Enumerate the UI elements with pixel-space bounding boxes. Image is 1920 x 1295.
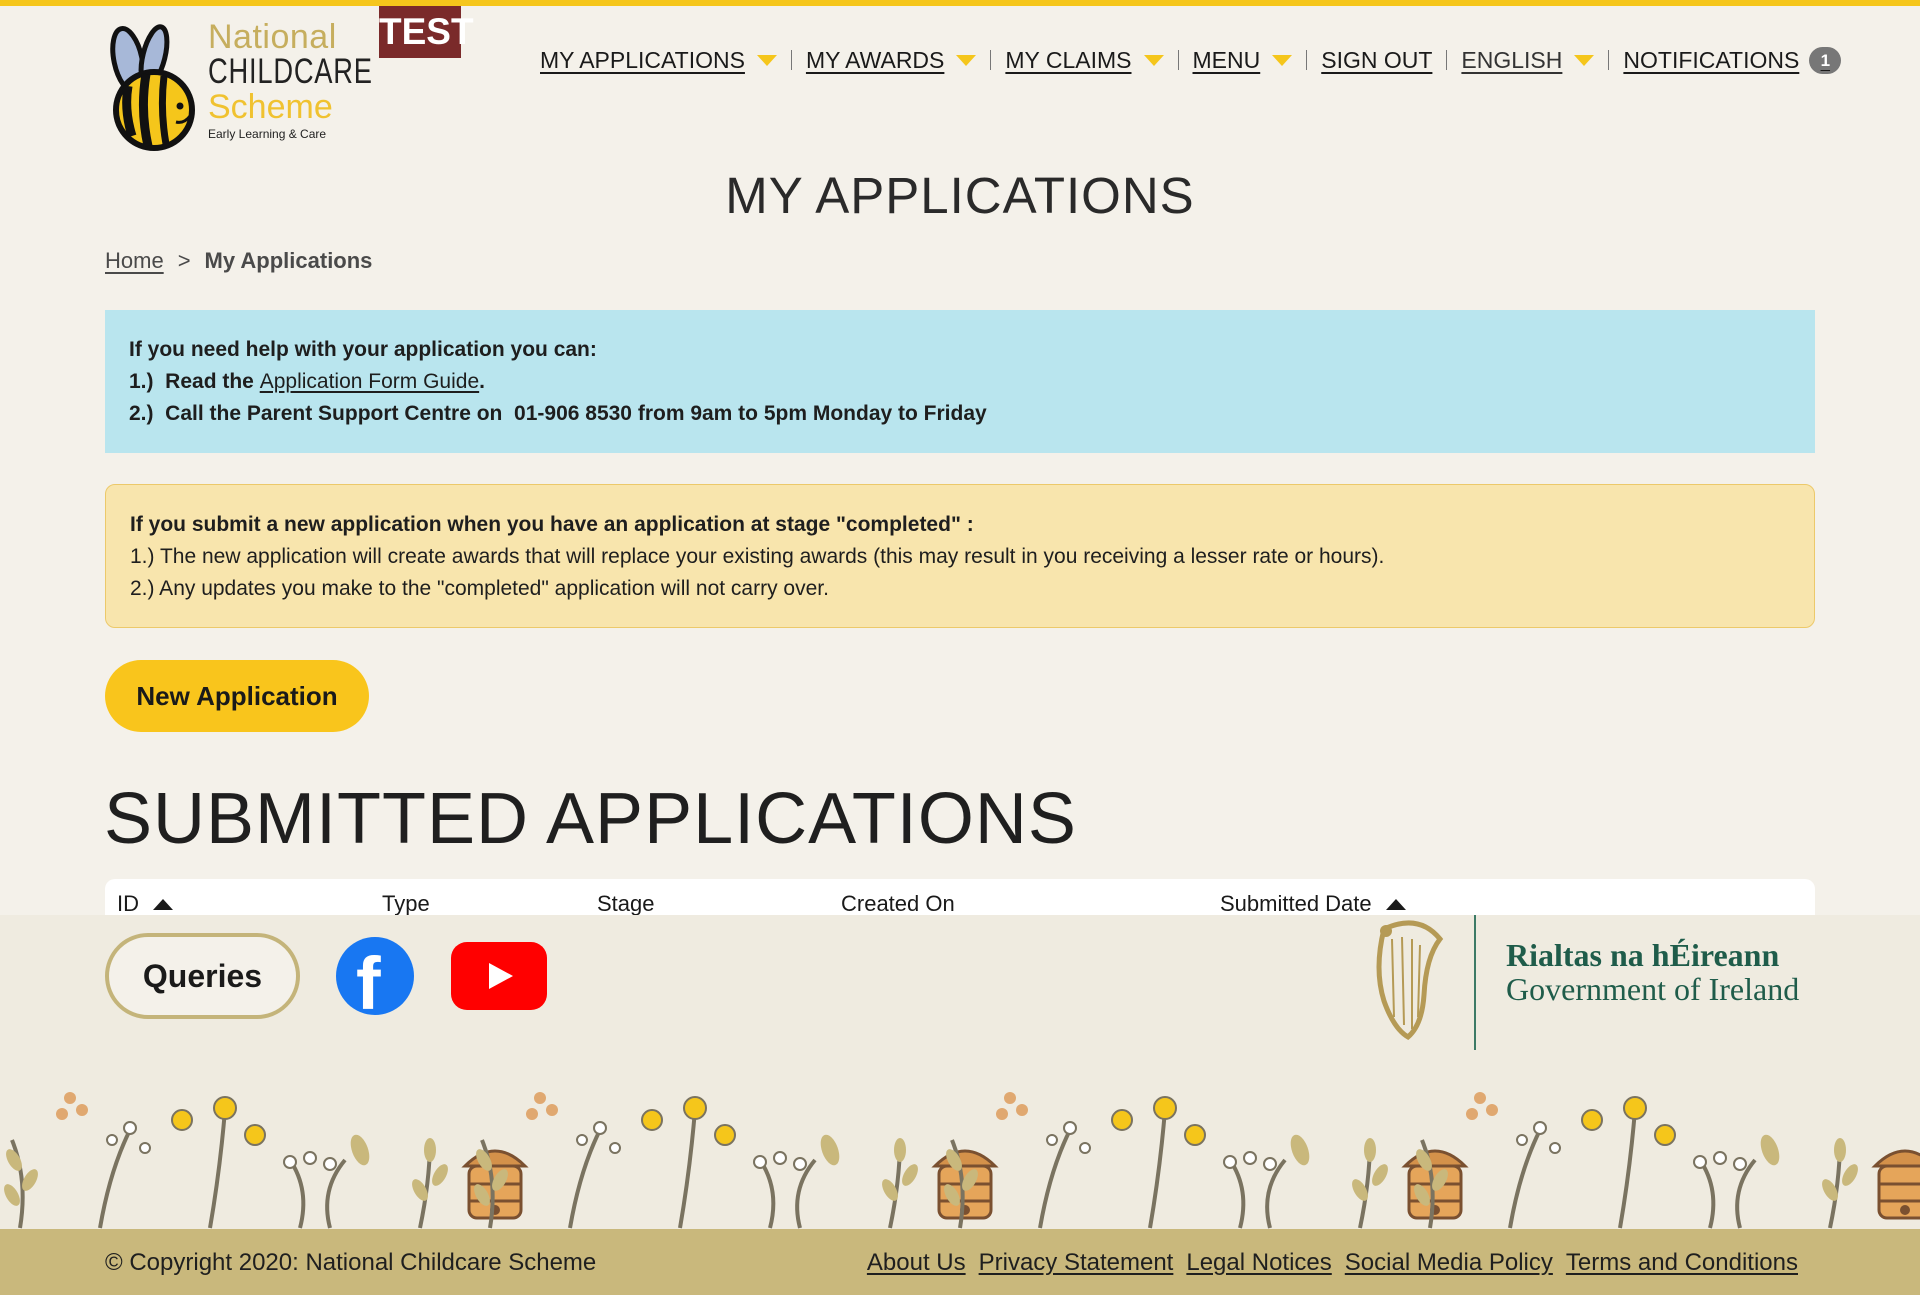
footer-link-terms-and-conditions[interactable]: Terms and Conditions: [1566, 1249, 1798, 1277]
nav-menu[interactable]: MENU: [1193, 47, 1293, 74]
footer-link-about-us[interactable]: About Us: [867, 1249, 966, 1277]
logo-line-tagline: Early Learning & Care: [208, 127, 327, 141]
gov-name-english: Government of Ireland: [1506, 971, 1800, 1007]
help-heading: If you need help with your application y…: [129, 338, 597, 361]
nav-divider: [1608, 50, 1610, 70]
nav-my-applications[interactable]: MY APPLICATIONS: [540, 47, 777, 74]
queries-button[interactable]: Queries: [105, 933, 300, 1019]
chevron-down-icon: [1272, 54, 1293, 66]
logo-line-national: National: [208, 18, 337, 56]
breadcrumb-separator: >: [177, 248, 191, 273]
youtube-icon[interactable]: [451, 942, 547, 1010]
government-of-ireland-logo[interactable]: Rialtas na hÉireann Government of Irelan…: [1360, 915, 1820, 1050]
harp-icon: [1376, 920, 1444, 1041]
top-accent-bar: [0, 0, 1920, 6]
nav-my-awards[interactable]: MY AWARDS: [805, 46, 977, 74]
help-info-box: If you need help with your application y…: [105, 310, 1815, 453]
nav-notifications[interactable]: NOTIFICATIONS 1: [1623, 46, 1842, 74]
help-item-1: 1.) Read the Application Form Guide.: [129, 366, 1791, 398]
warning-heading: If you submit a new application when you…: [130, 513, 974, 536]
applications-table-header: ID Type Stage Created On Submitted Date: [105, 879, 1815, 915]
chevron-down-icon: [1574, 54, 1595, 66]
new-application-button[interactable]: New Application: [105, 660, 369, 732]
logo-line-childcare: CHILDCARE: [208, 52, 373, 91]
breadcrumb: Home > My Applications: [105, 248, 372, 274]
column-header-stage[interactable]: Stage: [597, 891, 655, 915]
ncs-logo[interactable]: National CHILDCARE Scheme Early Learning…: [104, 18, 372, 153]
page-title: MY APPLICATIONS: [725, 167, 1195, 224]
chevron-down-icon: [956, 54, 977, 66]
gov-logo-divider: [1474, 915, 1476, 1050]
submitted-applications-title: SUBMITTED APPLICATIONS: [104, 779, 1077, 859]
column-header-type[interactable]: Type: [382, 891, 430, 915]
nav-language-label: ENGLISH: [1461, 46, 1563, 73]
copyright-bar: © Copyright 2020: National Childcare Sch…: [0, 1229, 1920, 1295]
nav-divider: [790, 50, 792, 70]
column-header-id-label: ID: [117, 891, 139, 915]
sort-ascending-icon: [153, 898, 173, 910]
nav-my-claims[interactable]: MY CLAIMS: [1005, 46, 1164, 74]
help-item-1-suffix: .: [479, 370, 485, 393]
warning-item-2: 2.) Any updates you make to the "complet…: [130, 577, 829, 600]
nav-menu-label: MENU: [1192, 46, 1261, 73]
meadow-illustration: [4, 1090, 1920, 1230]
footer-link-privacy-statement[interactable]: Privacy Statement: [979, 1249, 1174, 1277]
copyright-text: © Copyright 2020: National Childcare Sch…: [105, 1249, 597, 1276]
logo-line-scheme: Scheme: [208, 88, 333, 126]
column-header-submitted-date-label: Submitted Date: [1220, 891, 1372, 915]
notification-count-badge: 1: [1809, 46, 1842, 74]
help-item-1-prefix: 1.) Read the: [129, 370, 260, 393]
column-header-submitted-date[interactable]: Submitted Date: [1220, 891, 1406, 915]
main-nav: MY APPLICATIONS MY AWARDS MY CLAIMS MENU…: [540, 44, 1842, 76]
chevron-down-icon: [1143, 54, 1164, 66]
gov-name-irish: Rialtas na hÉireann: [1506, 937, 1780, 973]
help-item-2: 2.) Call the Parent Support Centre on 01…: [129, 402, 987, 425]
column-header-id[interactable]: ID: [117, 891, 173, 915]
sort-ascending-icon: [1385, 898, 1406, 910]
bee-icon: [110, 24, 195, 151]
nav-my-applications-label: MY APPLICATIONS: [540, 46, 745, 73]
column-header-created-on[interactable]: Created On: [841, 891, 955, 915]
completed-stage-warning-box: If you submit a new application when you…: [105, 484, 1815, 628]
footer-links: About Us Privacy Statement Legal Notices…: [867, 1249, 1798, 1277]
nav-language-select[interactable]: ENGLISH: [1461, 46, 1595, 74]
breadcrumb-current: My Applications: [204, 248, 373, 273]
nav-divider: [990, 50, 992, 70]
nav-sign-out[interactable]: SIGN OUT: [1321, 47, 1432, 74]
nav-divider: [1446, 50, 1448, 70]
test-environment-badge: TEST: [379, 6, 474, 58]
breadcrumb-home-link[interactable]: Home: [105, 248, 164, 274]
nav-my-awards-label: MY AWARDS: [805, 46, 945, 73]
facebook-icon[interactable]: f: [336, 937, 414, 1025]
nav-my-claims-label: MY CLAIMS: [1005, 46, 1132, 73]
logo-wordmark: National CHILDCARE Scheme Early Learning…: [208, 18, 373, 142]
warning-item-1: 1.) The new application will create awar…: [130, 545, 1385, 568]
footer-link-social-media-policy[interactable]: Social Media Policy: [1345, 1249, 1553, 1277]
footer-link-legal-notices[interactable]: Legal Notices: [1186, 1249, 1331, 1277]
nav-divider: [1177, 50, 1179, 70]
nav-notifications-label: NOTIFICATIONS: [1623, 46, 1800, 73]
nav-divider: [1306, 50, 1308, 70]
chevron-down-icon: [756, 54, 777, 66]
application-form-guide-link[interactable]: Application Form Guide: [260, 370, 479, 393]
